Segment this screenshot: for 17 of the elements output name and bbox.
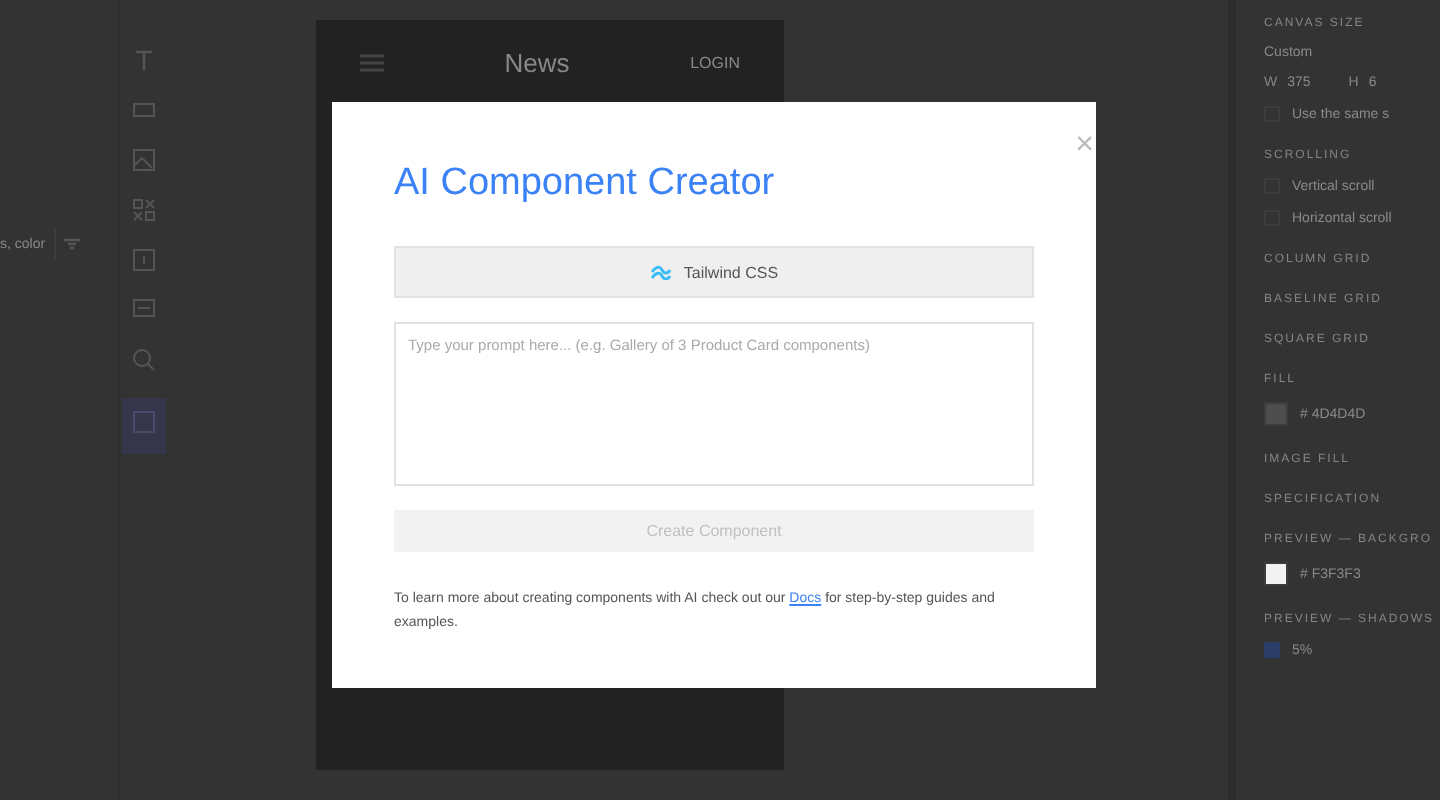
checkbox[interactable] [1264,642,1280,658]
rectangle-icon[interactable] [132,98,156,122]
ai-tool-button[interactable] [122,398,166,454]
menu-icon[interactable] [360,54,384,72]
grid-icon[interactable] [132,198,156,222]
search-icon[interactable] [132,348,156,372]
color-swatch[interactable] [1264,562,1288,586]
text-icon[interactable] [132,48,156,72]
dialog-title: AI Component Creator [394,162,775,206]
frame-icon[interactable] [132,248,156,272]
close-button[interactable]: × [1075,130,1094,162]
framework-button[interactable]: Tailwind CSS [394,246,1034,298]
color-swatch[interactable] [1264,402,1288,426]
login-link[interactable]: LOGIN [690,54,740,72]
image-icon[interactable] [132,148,156,172]
wave-icon [649,265,672,279]
header-title: News [504,48,570,78]
